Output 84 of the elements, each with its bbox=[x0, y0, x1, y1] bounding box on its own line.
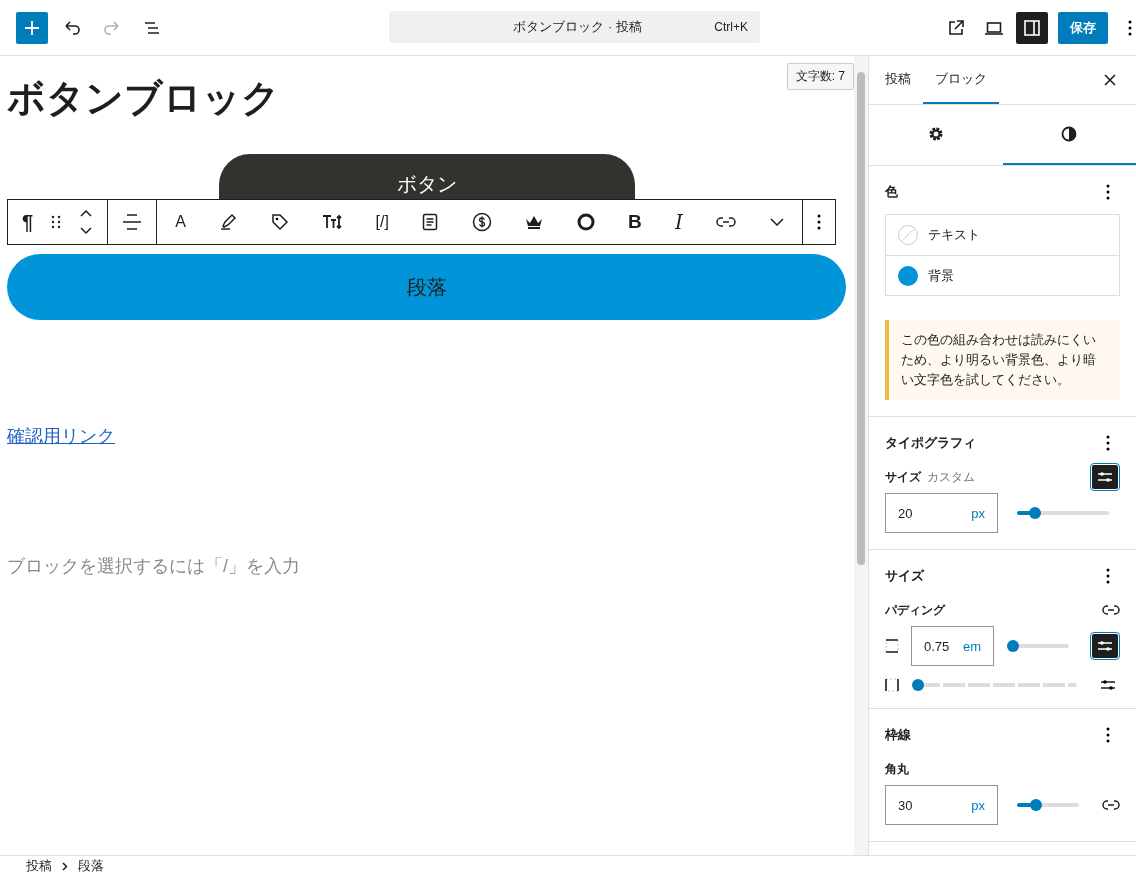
horizontal-sides-icon bbox=[885, 678, 899, 692]
settings-sidebar-button[interactable] bbox=[1016, 11, 1048, 44]
input-value: 0.75 bbox=[924, 638, 950, 654]
unit-label[interactable]: em bbox=[962, 638, 981, 654]
unit-label[interactable]: px bbox=[971, 505, 985, 521]
sliders-icon[interactable] bbox=[1100, 678, 1116, 692]
slider-thumb[interactable] bbox=[1029, 507, 1042, 519]
font-size-input[interactable]: 20 px bbox=[885, 493, 998, 533]
contrast-warning: この色の組み合わせは読みにくいため、より明るい背景色、より暗い文字色を試してください。 bbox=[885, 320, 1120, 400]
inline-code-button[interactable]: [/] bbox=[375, 213, 389, 231]
more-options-icon[interactable] bbox=[1128, 19, 1132, 36]
sliders-icon bbox=[1097, 470, 1113, 484]
custom-size-toggle[interactable] bbox=[1092, 634, 1118, 658]
more-options-icon[interactable] bbox=[1106, 727, 1110, 743]
link-icon[interactable] bbox=[1102, 799, 1120, 811]
move-arrows-icon[interactable] bbox=[79, 208, 94, 236]
command-title: ボタンブロック · 投稿 bbox=[512, 18, 643, 36]
sliders-icon bbox=[1097, 639, 1113, 653]
highlighter-icon[interactable] bbox=[219, 213, 238, 231]
close-icon[interactable] bbox=[1104, 74, 1116, 86]
chevron-right-icon bbox=[62, 861, 68, 871]
custom-size-toggle[interactable] bbox=[1092, 465, 1118, 489]
circle-icon[interactable] bbox=[576, 213, 595, 231]
color-label: 背景 bbox=[928, 266, 954, 285]
shortcut-hint: Ctrl+K bbox=[714, 20, 748, 34]
field-label: サイズ bbox=[885, 468, 921, 486]
field-label: 角丸 bbox=[885, 760, 909, 778]
chevron-down-icon[interactable] bbox=[769, 218, 784, 226]
link-icon[interactable] bbox=[716, 216, 737, 228]
section-title: サイズ bbox=[885, 567, 924, 585]
section-title: 色 bbox=[885, 183, 898, 201]
link-icon[interactable] bbox=[1102, 604, 1120, 616]
contrast-icon bbox=[1061, 126, 1078, 142]
no-color-icon bbox=[898, 225, 918, 245]
more-options-icon[interactable] bbox=[1106, 435, 1110, 451]
radius-input[interactable]: 30 px bbox=[885, 785, 998, 825]
unit-label[interactable]: px bbox=[971, 797, 985, 813]
breadcrumb-item[interactable]: 投稿 bbox=[26, 857, 52, 875]
tag-icon[interactable] bbox=[270, 213, 289, 231]
button-label: ボタン bbox=[396, 172, 457, 197]
command-bar[interactable]: ボタンブロック · 投稿 Ctrl+K bbox=[389, 11, 760, 43]
more-options-icon[interactable] bbox=[1106, 184, 1110, 200]
align-icon[interactable] bbox=[122, 213, 143, 231]
breadcrumb-item[interactable]: 段落 bbox=[78, 857, 104, 875]
dollar-icon[interactable] bbox=[471, 212, 492, 232]
sidebar-icon bbox=[1022, 17, 1042, 38]
block-placeholder[interactable]: ブロックを選択するには「/」を入力 bbox=[7, 554, 300, 578]
text-link[interactable]: 確認用リンク bbox=[7, 424, 115, 448]
save-button[interactable]: 保存 bbox=[1058, 11, 1108, 44]
field-hint: カスタム bbox=[927, 468, 975, 486]
vertical-sides-icon bbox=[885, 639, 899, 653]
section-title: 枠線 bbox=[885, 726, 911, 744]
text-size-icon[interactable] bbox=[322, 214, 343, 230]
slider-thumb[interactable] bbox=[1007, 640, 1019, 652]
external-link-icon bbox=[946, 17, 966, 38]
padding-input[interactable]: 0.75 em bbox=[911, 626, 994, 666]
color-option[interactable]: テキスト bbox=[886, 215, 1119, 255]
more-options-icon[interactable] bbox=[817, 214, 821, 230]
bold-button[interactable]: B bbox=[627, 211, 642, 233]
button-block[interactable]: ボタン bbox=[218, 154, 635, 199]
scrollbar[interactable] bbox=[854, 56, 868, 855]
italic-button[interactable]: I bbox=[675, 210, 683, 234]
settings-icon bbox=[927, 126, 944, 142]
input-value: 20 bbox=[898, 505, 913, 521]
slider-thumb[interactable] bbox=[912, 679, 924, 691]
more-options-icon[interactable] bbox=[1106, 568, 1110, 584]
field-label: パディング bbox=[885, 601, 945, 619]
color-option[interactable]: 背景 bbox=[886, 255, 1119, 295]
word-count-badge: 文字数: 7 bbox=[786, 63, 854, 90]
section-title: タイポグラフィ bbox=[885, 434, 976, 452]
sidebar-tab[interactable]: ブロック bbox=[923, 56, 999, 104]
plus-icon bbox=[23, 18, 41, 37]
crown-icon[interactable] bbox=[525, 215, 544, 229]
post-title[interactable]: ボタンブロック bbox=[7, 76, 280, 120]
add-block-button[interactable] bbox=[16, 11, 48, 44]
input-value: 30 bbox=[898, 797, 913, 813]
color-label: テキスト bbox=[928, 226, 980, 244]
sidebar-tab[interactable]: 投稿 bbox=[873, 56, 923, 104]
font-button[interactable]: A bbox=[175, 213, 186, 231]
document-icon[interactable] bbox=[422, 213, 439, 231]
paragraph-button[interactable]: ¶ bbox=[22, 210, 34, 234]
drag-handle-icon[interactable] bbox=[51, 215, 62, 229]
button-block[interactable]: 段落 bbox=[7, 254, 846, 320]
slider-thumb[interactable] bbox=[1029, 799, 1042, 811]
